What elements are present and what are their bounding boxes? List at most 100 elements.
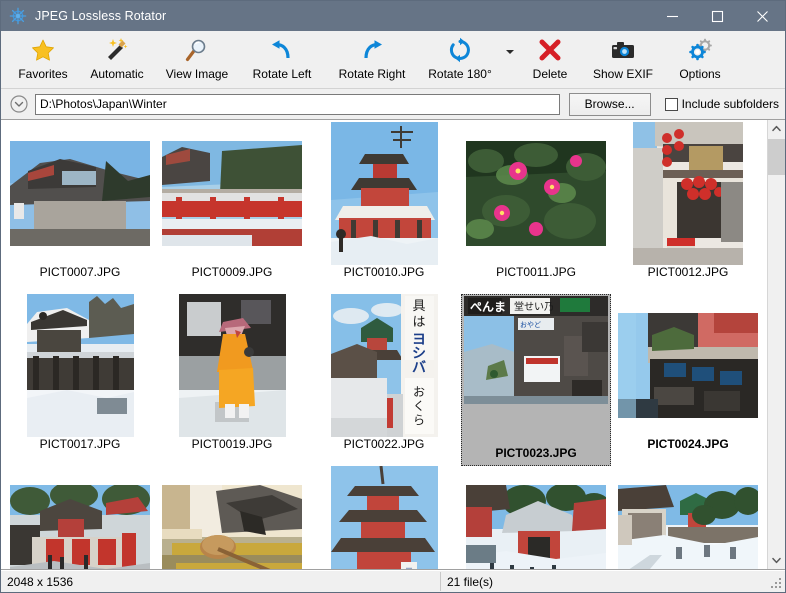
toolbar-button-rotate-180[interactable]: Rotate 180°	[419, 31, 501, 86]
maximize-icon	[711, 10, 724, 23]
thumbnail-caption: PICT0023.JPG	[495, 446, 576, 460]
toolbar-button-rotate-right[interactable]: Rotate Right	[325, 31, 419, 86]
svg-text:三: 三	[405, 567, 413, 569]
close-button[interactable]	[740, 1, 785, 31]
thumbnail-item[interactable]	[613, 466, 763, 569]
toolbar-button-options[interactable]: Options	[665, 31, 735, 86]
thumbnail-item[interactable]: PICT0009.JPG	[157, 122, 307, 294]
thumbnail-item[interactable]	[157, 466, 307, 569]
main-toolbar: Favorites Automatic	[1, 31, 785, 89]
thumbnail-item[interactable]: PICT0010.JPG	[309, 122, 459, 294]
toolbar-label-rotate-left: Rotate Left	[253, 67, 312, 81]
thumbnail-item[interactable]: 三重塔	[309, 466, 459, 569]
resize-grip-icon[interactable]	[769, 575, 783, 589]
thumbnail-image-box	[464, 122, 608, 265]
thumbnail-item-selected[interactable]: ぺんま 堂せい乃	[461, 294, 611, 466]
rotate-dropdown-button[interactable]	[501, 31, 519, 86]
thumbnail-image-box	[8, 122, 152, 265]
close-icon	[756, 10, 769, 23]
thumbnail-caption: PICT0011.JPG	[496, 265, 576, 279]
thumbnail-caption: PICT0017.JPG	[40, 437, 121, 451]
thumbnail-row: 三重塔	[1, 466, 767, 569]
photo-thumbnail	[331, 122, 438, 265]
magic-wand-icon	[104, 35, 130, 65]
toolbar-button-favorites[interactable]: Favorites	[7, 31, 79, 86]
thumbnail-image-box: ぺんま 堂せい乃	[464, 294, 608, 437]
thumbnail-image-box	[160, 466, 304, 569]
thumbnail-item[interactable]: PICT0019.JPG	[157, 294, 307, 466]
thumbnail-caption: PICT0012.JPG	[648, 265, 729, 279]
thumbnail-item[interactable]: PICT0017.JPG	[5, 294, 155, 466]
photo-thumbnail	[162, 485, 302, 569]
thumbnail-row: PICT0007.JPG	[1, 122, 767, 294]
thumbnail-item[interactable]: PICT0011.JPG	[461, 122, 611, 294]
browse-button-label: Browse...	[585, 97, 635, 111]
folder-path-input[interactable]: D:\Photos\Japan\Winter	[35, 94, 560, 115]
photo-thumbnail	[27, 294, 134, 437]
svg-text:ぺ: ぺ	[470, 300, 482, 314]
thumbnail-caption: PICT0007.JPG	[40, 265, 121, 279]
gears-icon	[687, 35, 713, 65]
title-bar[interactable]: JPEG Lossless Rotator	[1, 1, 785, 31]
browse-button[interactable]: Browse...	[569, 93, 651, 116]
status-bar: 2048 x 1536 21 file(s)	[1, 570, 785, 592]
toolbar-label-show-exif: Show EXIF	[593, 67, 653, 81]
thumbnail-item[interactable]: PICT0012.JPG	[613, 122, 763, 294]
thumbnail-image-box	[8, 294, 152, 437]
thumbnail-item[interactable]	[461, 466, 611, 569]
scroll-down-button[interactable]	[768, 552, 785, 569]
toolbar-button-rotate-left[interactable]: Rotate Left	[239, 31, 325, 86]
thumbnail-image-box: 三重塔	[312, 466, 456, 569]
thumbnail-caption: PICT0019.JPG	[192, 437, 273, 451]
status-dimensions: 2048 x 1536	[7, 575, 73, 589]
thumbnail-item[interactable]: PICT0024.JPG	[613, 294, 763, 466]
rotate-180-icon	[447, 35, 473, 65]
photo-thumbnail: 三重塔	[331, 466, 438, 569]
rotate-right-icon	[359, 35, 385, 65]
toolbar-button-view-image[interactable]: View Image	[155, 31, 239, 86]
thumbnail-image-box	[616, 122, 760, 265]
thumbnail-image-box	[160, 122, 304, 265]
thumbnail-grid[interactable]: PICT0007.JPG	[1, 120, 767, 569]
history-dropdown-icon[interactable]	[9, 94, 29, 114]
chevron-down-icon	[772, 557, 781, 564]
star-icon	[30, 35, 56, 65]
thumbnail-image-box	[616, 466, 760, 569]
thumbnail-image-box: 具 は ヨ シ バ お く	[312, 294, 456, 437]
thumbnail-image-box	[464, 466, 608, 569]
status-file-count: 21 file(s)	[447, 575, 493, 589]
include-subfolders-checkbox[interactable]: Include subfolders	[665, 97, 779, 111]
svg-text:具: 具	[412, 299, 425, 314]
chevron-up-icon	[772, 125, 781, 132]
include-subfolders-box[interactable]	[665, 98, 678, 111]
toolbar-button-delete[interactable]: Delete	[519, 31, 581, 86]
maximize-button[interactable]	[695, 1, 740, 31]
photo-thumbnail	[10, 485, 150, 569]
address-bar: D:\Photos\Japan\Winter Browse... Include…	[1, 89, 785, 120]
folder-path-value: D:\Photos\Japan\Winter	[40, 97, 167, 111]
scroll-up-button[interactable]	[768, 120, 785, 137]
svg-text:く: く	[412, 399, 424, 413]
photo-thumbnail	[618, 313, 758, 418]
svg-text:ん: ん	[482, 300, 494, 314]
photo-thumbnail	[633, 122, 743, 265]
thumbnail-item[interactable]: 具 は ヨ シ バ お く	[309, 294, 459, 466]
thumbnail-caption: PICT0024.JPG	[647, 437, 728, 451]
photo-thumbnail	[162, 141, 302, 246]
toolbar-button-automatic[interactable]: Automatic	[79, 31, 155, 86]
scrollbar-track[interactable]	[768, 137, 785, 552]
toolbar-button-show-exif[interactable]: Show EXIF	[581, 31, 665, 86]
toolbar-label-view-image: View Image	[166, 67, 228, 81]
thumbnail-caption: PICT0010.JPG	[344, 265, 425, 279]
vertical-scrollbar[interactable]	[767, 120, 785, 569]
scrollbar-thumb[interactable]	[768, 139, 785, 175]
thumbnail-item[interactable]	[5, 466, 155, 569]
minimize-icon	[666, 10, 679, 23]
thumbnail-image-box	[616, 294, 760, 437]
toolbar-label-automatic: Automatic	[90, 67, 143, 81]
minimize-button[interactable]	[650, 1, 695, 31]
toolbar-label-rotate-right: Rotate Right	[339, 67, 406, 81]
thumbnail-item[interactable]: PICT0007.JPG	[5, 122, 155, 294]
toolbar-label-rotate-180: Rotate 180°	[428, 67, 492, 81]
svg-text:堂せい乃: 堂せい乃	[514, 301, 554, 313]
